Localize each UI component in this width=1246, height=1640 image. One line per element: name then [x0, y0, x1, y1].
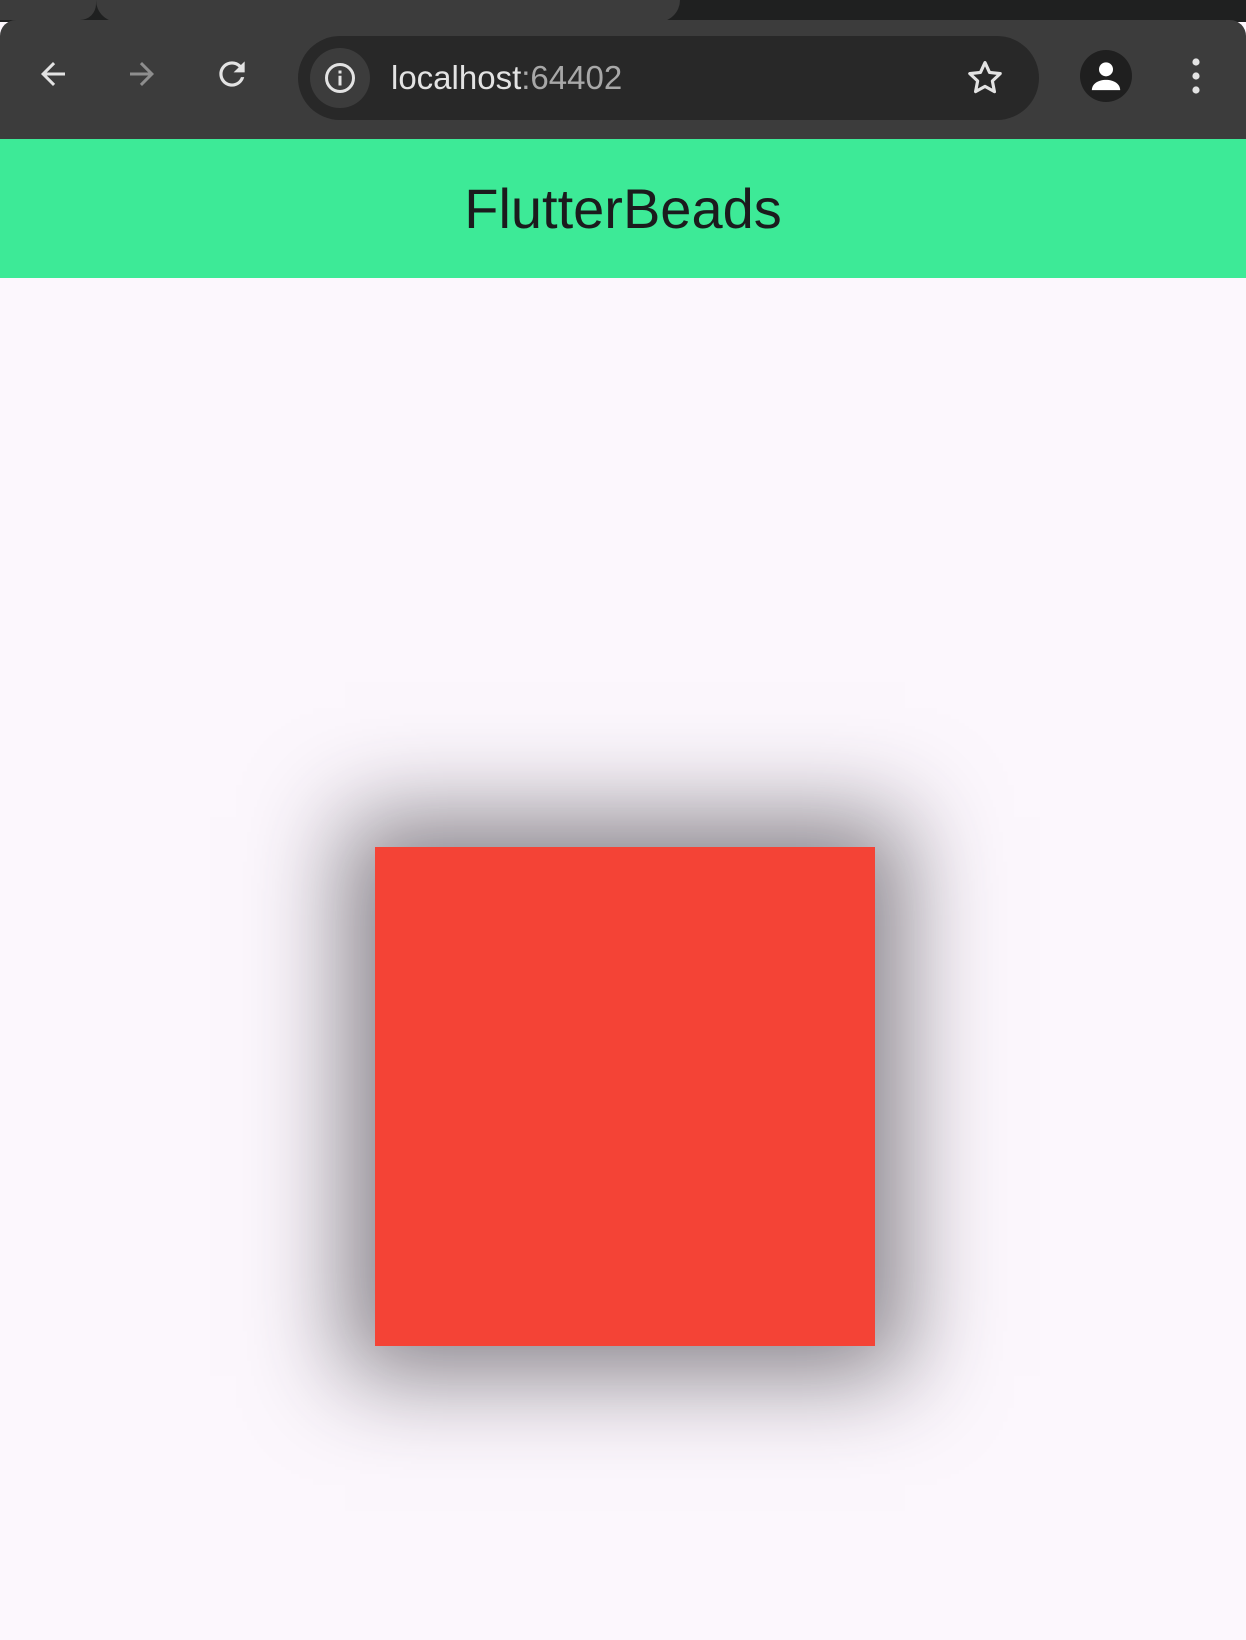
red-shadow-box — [375, 847, 875, 1346]
arrow-left-icon — [41, 62, 65, 86]
tab-left[interactable] — [0, 0, 96, 20]
more-vertical-icon — [1192, 58, 1200, 94]
back-button[interactable] — [29, 50, 77, 98]
active-tab[interactable] — [96, 0, 680, 22]
url-text[interactable]: localhost:64402 — [391, 56, 622, 100]
tab-strip — [0, 0, 1246, 22]
address-bar[interactable]: localhost:64402 — [298, 36, 1039, 120]
reload-icon — [219, 61, 245, 87]
star-icon — [968, 61, 1002, 94]
forward-button[interactable] — [118, 50, 166, 98]
browser-menu-button[interactable] — [1172, 50, 1220, 102]
person-icon — [1091, 62, 1121, 91]
browser-toolbar: localhost:64402 — [0, 20, 1246, 139]
app-body — [0, 278, 1246, 1640]
app-bar: FlutterBeads — [0, 139, 1246, 278]
arrow-right-icon — [130, 62, 154, 86]
app-title: FlutterBeads — [464, 177, 782, 240]
info-icon — [325, 63, 355, 93]
bookmark-button[interactable] — [961, 54, 1009, 102]
url-port: :64402 — [521, 59, 623, 96]
reload-button[interactable] — [208, 50, 256, 98]
url-host: localhost — [391, 59, 522, 96]
profile-button[interactable] — [1080, 50, 1132, 102]
site-info-button[interactable] — [310, 48, 370, 108]
